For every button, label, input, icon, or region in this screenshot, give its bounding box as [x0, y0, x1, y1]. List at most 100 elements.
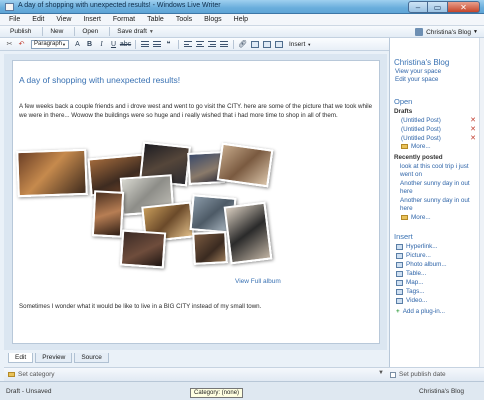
tab-edit[interactable]: Edit: [8, 353, 34, 363]
photo-album-collage[interactable]: [13, 136, 381, 286]
chevron-down-icon[interactable]: ▼: [378, 370, 384, 376]
recent-more-link[interactable]: More...: [401, 214, 431, 221]
album-photo: [223, 201, 273, 265]
table-icon: [396, 270, 403, 277]
delete-draft-icon[interactable]: ✕: [470, 134, 476, 142]
open-button[interactable]: Open: [78, 28, 106, 35]
hyperlink-icon[interactable]: 🔗︎: [237, 39, 248, 49]
view-full-album-link[interactable]: View Full album: [235, 278, 281, 285]
split-post-icon[interactable]: [261, 39, 272, 49]
underline-icon[interactable]: U: [108, 39, 119, 49]
paragraph-style-value: Paragraph: [34, 41, 63, 47]
folder-icon: [401, 215, 408, 220]
menu-bar: File Edit View Insert Format Table Tools…: [0, 14, 484, 26]
draft-item[interactable]: (Untitled Post): [401, 135, 441, 142]
align-left-icon[interactable]: [182, 39, 193, 49]
post-body-paragraph[interactable]: A few weeks back a couple friends and i …: [19, 102, 375, 120]
bulleted-list-icon[interactable]: [139, 39, 150, 49]
edit-your-space-link[interactable]: Edit your space: [395, 76, 438, 83]
set-category-field[interactable]: Set category: [8, 371, 55, 378]
toolbar-separator: [42, 27, 44, 36]
italic-icon[interactable]: I: [96, 39, 107, 49]
align-right-icon[interactable]: [206, 39, 217, 49]
strikethrough-icon[interactable]: abc: [120, 39, 131, 49]
picture-icon[interactable]: [249, 39, 260, 49]
recent-post-item[interactable]: Another sunny day in out here: [400, 180, 476, 196]
menu-blogs[interactable]: Blogs: [198, 16, 228, 23]
insert-menu[interactable]: Insert ▼: [289, 41, 311, 48]
font-icon[interactable]: A: [72, 39, 83, 49]
view-your-space-link[interactable]: View your space: [395, 68, 441, 75]
tab-preview[interactable]: Preview: [35, 353, 73, 363]
toolbar-separator: [109, 27, 111, 36]
insert-picture-link[interactable]: Picture...: [396, 252, 431, 259]
draft-item[interactable]: (Untitled Post): [401, 126, 441, 133]
insert-video-link[interactable]: Video...: [396, 297, 427, 304]
insert-map-label: Map...: [406, 279, 424, 286]
recent-more-label: More...: [411, 214, 431, 221]
delete-draft-icon[interactable]: ✕: [470, 116, 476, 124]
publish-button[interactable]: Publish: [6, 28, 39, 35]
minimize-button[interactable]: –: [408, 1, 428, 13]
plus-icon: +: [396, 308, 400, 315]
menu-view[interactable]: View: [50, 16, 77, 23]
app-window: A day of shopping with unexpected result…: [0, 0, 484, 400]
table-icon[interactable]: [273, 39, 284, 49]
chevron-down-icon: ▼: [307, 41, 312, 47]
insert-photo-album-link[interactable]: Photo album...: [396, 261, 447, 268]
menu-insert[interactable]: Insert: [77, 16, 107, 23]
set-publish-date-field[interactable]: Set publish date: [390, 371, 446, 378]
numbered-list-icon[interactable]: [151, 39, 162, 49]
menu-file[interactable]: File: [3, 16, 26, 23]
cut-icon[interactable]: ✂: [4, 39, 15, 49]
insert-table-link[interactable]: Table...: [396, 270, 426, 277]
post-body-paragraph[interactable]: Sometimes I wonder what it would be like…: [19, 303, 261, 310]
folder-icon: [401, 144, 408, 149]
blog-icon: [415, 28, 424, 36]
toolbar-separator: [74, 27, 76, 36]
new-button[interactable]: New: [46, 28, 71, 35]
save-draft-button[interactable]: Save draft ▼: [113, 28, 162, 35]
paragraph-style-select[interactable]: Paragraph ▼: [31, 39, 69, 49]
align-justify-icon[interactable]: [218, 39, 229, 49]
insert-menu-label: Insert: [289, 40, 306, 48]
post-editor[interactable]: A day of shopping with unexpected result…: [12, 60, 380, 344]
draft-item[interactable]: (Untitled Post): [401, 117, 441, 124]
insert-tags-link[interactable]: Tags...: [396, 288, 425, 295]
undo-icon[interactable]: ↶: [16, 39, 27, 49]
insert-map-link[interactable]: Map...: [396, 279, 424, 286]
drafts-more-label: More...: [411, 143, 431, 150]
insert-tags-label: Tags...: [406, 288, 425, 295]
category-tooltip: Category: (none): [190, 388, 244, 398]
chevron-down-icon: ▼: [473, 29, 478, 35]
blog-selector[interactable]: Christina's Blog ▼: [415, 27, 478, 37]
title-bar: A day of shopping with unexpected result…: [0, 0, 484, 14]
publish-date-checkbox[interactable]: [390, 371, 396, 378]
menu-table[interactable]: Table: [141, 16, 170, 23]
menu-format[interactable]: Format: [107, 16, 141, 23]
album-photo: [216, 142, 274, 188]
delete-draft-icon[interactable]: ✕: [470, 125, 476, 133]
insert-hyperlink-link[interactable]: Hyperlink...: [396, 243, 438, 250]
add-plugin-link[interactable]: + Add a plug-in...: [396, 308, 445, 315]
recent-post-item[interactable]: Another sunny day in out here: [400, 197, 476, 213]
menu-tools[interactable]: Tools: [170, 16, 198, 23]
sidebar-scrollbar[interactable]: [479, 38, 484, 367]
tab-source[interactable]: Source: [74, 353, 109, 363]
album-photo: [91, 190, 125, 238]
sidebar-blog-name: Christina's Blog: [394, 58, 450, 67]
close-button[interactable]: ✕: [448, 1, 480, 13]
align-center-icon[interactable]: [194, 39, 205, 49]
recent-post-item[interactable]: look at this cool trip i just went on: [400, 163, 476, 179]
bold-icon[interactable]: B: [84, 39, 95, 49]
blockquote-icon[interactable]: ❝: [163, 39, 174, 49]
menu-edit[interactable]: Edit: [26, 16, 50, 23]
picture-icon: [396, 252, 403, 259]
maximize-button[interactable]: ▭: [428, 1, 448, 13]
chevron-down-icon: ▼: [62, 41, 66, 47]
drafts-more-link[interactable]: More...: [401, 143, 431, 150]
hyperlink-icon: [396, 243, 403, 250]
menu-help[interactable]: Help: [228, 16, 254, 23]
save-draft-label: Save draft: [117, 28, 147, 35]
post-title[interactable]: A day of shopping with unexpected result…: [19, 75, 180, 85]
